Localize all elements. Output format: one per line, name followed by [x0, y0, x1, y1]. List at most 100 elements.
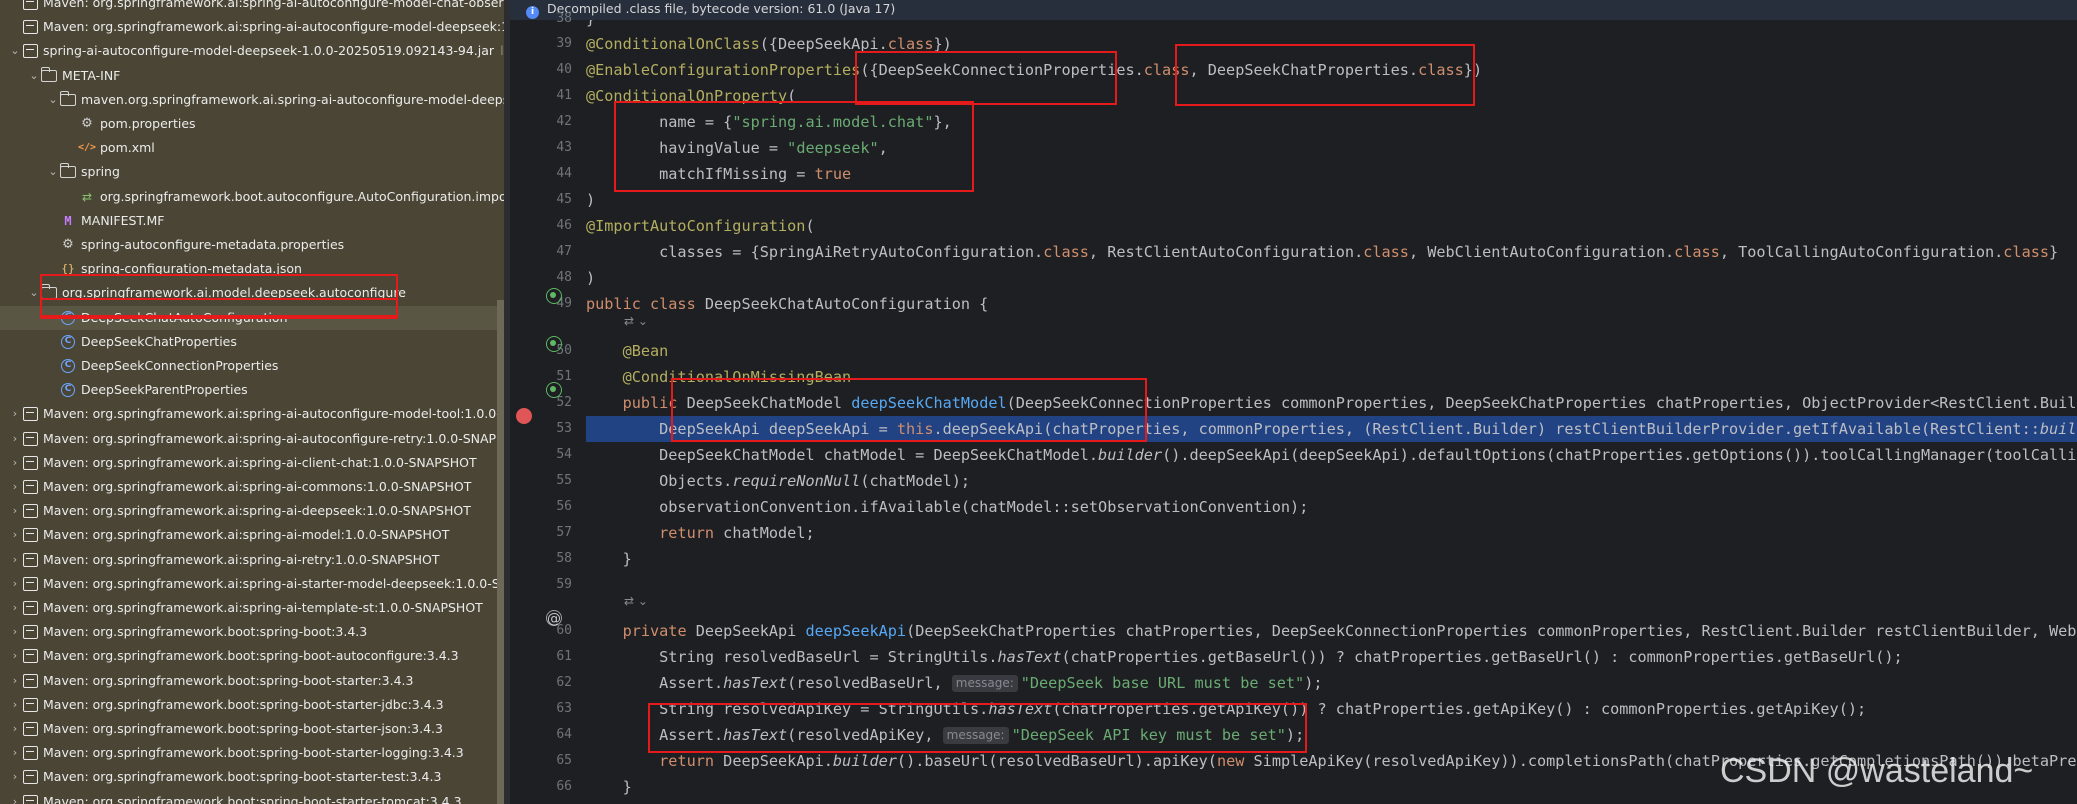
- tree-item[interactable]: › Maven: org.springframework.ai:spring-ai…: [0, 572, 504, 596]
- chevron-right-icon[interactable]: ›: [8, 499, 22, 523]
- code-token: }: [586, 778, 632, 796]
- code-line[interactable]: @Bean: [586, 338, 669, 364]
- tree-item[interactable]: › Maven: org.springframework.ai:spring-ai…: [0, 596, 483, 620]
- code-line[interactable]: }: [586, 774, 632, 800]
- line-number: 57: [556, 525, 572, 540]
- code-line[interactable]: observationConvention.ifAvailable(chatMo…: [586, 494, 1308, 520]
- tree-item[interactable]: M MANIFEST.MF: [0, 209, 164, 233]
- code-token: @EnableConfigurationProperties: [586, 61, 861, 79]
- tree-item[interactable]: </> pom.xml: [0, 136, 155, 160]
- code-line[interactable]: String resolvedBaseUrl = StringUtils.has…: [586, 644, 1903, 670]
- at-icon[interactable]: @: [546, 610, 562, 627]
- tree-item[interactable]: ⌄ META-INF: [0, 64, 120, 88]
- code-line[interactable]: Objects.requireNonNull(chatModel);: [586, 468, 970, 494]
- code-line[interactable]: return chatModel;: [586, 520, 814, 546]
- tree-item[interactable]: › Maven: org.springframework.ai:spring-ai…: [0, 523, 449, 547]
- chevron-right-icon[interactable]: ›: [8, 693, 22, 717]
- code-line[interactable]: private DeepSeekApi deepSeekApi(DeepSeek…: [586, 618, 2077, 644]
- tree-item[interactable]: › Maven: org.springframework.ai:spring-ai…: [0, 451, 477, 475]
- tree-item[interactable]: › Maven: org.springframework.boot:spring-…: [0, 620, 367, 644]
- library-icon: [22, 648, 38, 664]
- code-line[interactable]: @ImportAutoConfiguration(: [586, 213, 815, 239]
- code-line[interactable]: ): [586, 187, 595, 213]
- code-line[interactable]: ): [586, 265, 595, 291]
- bean-icon[interactable]: [546, 336, 562, 352]
- library-icon: [22, 721, 38, 737]
- tree-item[interactable]: › Maven: org.springframework.ai:spring-ai…: [0, 402, 504, 426]
- tree-item[interactable]: › Maven: org.springframework.ai:spring-ai…: [0, 427, 504, 451]
- tree-item[interactable]: ⌄ maven.org.springframework.ai.spring-ai-…: [0, 88, 504, 112]
- tree-item-label: spring-autoconfigure-metadata.properties: [81, 237, 345, 252]
- chevron-right-icon[interactable]: ›: [8, 475, 22, 499]
- line-number: 58: [556, 551, 572, 566]
- chevron-right-icon[interactable]: ›: [8, 669, 22, 693]
- chevron-right-icon[interactable]: ›: [8, 427, 22, 451]
- chevron-right-icon[interactable]: ›: [8, 402, 22, 426]
- library-icon: [22, 479, 38, 495]
- tree-item[interactable]: › Maven: org.springframework.ai:spring-ai…: [0, 499, 471, 523]
- code-line[interactable]: Assert.hasText(resolvedBaseUrl, message:…: [586, 670, 1323, 696]
- implemented-icon[interactable]: [546, 288, 562, 304]
- tree-item[interactable]: › Maven: org.springframework.boot:spring-…: [0, 790, 462, 804]
- chevron-right-icon[interactable]: ›: [8, 548, 22, 572]
- breakpoint-icon[interactable]: [516, 408, 532, 424]
- library-icon: [22, 769, 38, 785]
- tree-item-label: spring: [81, 164, 120, 180]
- tree-item[interactable]: Maven: org.springframework.ai:spring-ai-…: [0, 15, 504, 39]
- chevron-down-icon[interactable]: ⌄: [27, 64, 41, 88]
- code-token: Assert.: [586, 674, 724, 692]
- code-vision-icon[interactable]: ⇄ ⌄: [624, 594, 648, 608]
- code-line[interactable]: classes = {SpringAiRetryAutoConfiguratio…: [586, 239, 2058, 265]
- tree-item[interactable]: › Maven: org.springframework.boot:spring-…: [0, 765, 441, 789]
- chevron-right-icon[interactable]: ›: [8, 741, 22, 765]
- chevron-right-icon[interactable]: ›: [8, 596, 22, 620]
- tree-item[interactable]: › Maven: org.springframework.ai:spring-ai…: [0, 548, 440, 572]
- chevron-down-icon[interactable]: ⌄: [8, 39, 22, 63]
- tree-item[interactable]: ⚙ spring-autoconfigure-metadata.propertie…: [0, 233, 344, 257]
- code-token: ().baseUrl(resolvedBaseUrl).apiKey(: [896, 752, 1217, 770]
- tree-item[interactable]: ⌄ spring-ai-autoconfigure-model-deepseek-…: [0, 39, 504, 63]
- tree-item[interactable]: › Maven: org.springframework.boot:spring-…: [0, 669, 413, 693]
- chevron-right-icon[interactable]: ›: [8, 451, 22, 475]
- chevron-down-icon[interactable]: ⌄: [46, 88, 60, 112]
- code-token: @ConditionalOnClass: [586, 35, 760, 53]
- chevron-right-icon[interactable]: ›: [8, 572, 22, 596]
- tree-item[interactable]: ⌄ spring: [0, 160, 120, 184]
- bean-method-icon[interactable]: [546, 382, 562, 398]
- tree-item[interactable]: › Maven: org.springframework.boot:spring-…: [0, 741, 464, 765]
- tree-item[interactable]: C DeepSeekConnectionProperties: [0, 354, 278, 378]
- highlight-box: [648, 703, 1307, 753]
- chevron-right-icon[interactable]: ›: [8, 644, 22, 668]
- code-line[interactable]: }: [586, 546, 632, 572]
- chevron-right-icon[interactable]: ›: [8, 790, 22, 804]
- code-token: new: [1216, 752, 1254, 770]
- tree-item[interactable]: › Maven: org.springframework.ai:spring-ai…: [0, 475, 471, 499]
- tree-item[interactable]: C DeepSeekParentProperties: [0, 378, 248, 402]
- chevron-right-icon[interactable]: ›: [8, 523, 22, 547]
- project-tree-scrollbar[interactable]: [497, 300, 504, 804]
- tree-item-label: Maven: org.springframework.boot:spring-b…: [43, 672, 414, 688]
- tree-item[interactable]: › Maven: org.springframework.boot:spring-…: [0, 717, 443, 741]
- tree-item-label: Maven: org.springframework.boot:spring-b…: [43, 793, 462, 804]
- code-line[interactable]: DeepSeekChatModel chatModel = DeepSeekCh…: [586, 442, 2077, 468]
- tree-item-label: Maven: org.springframework.boot:spring-b…: [43, 624, 368, 640]
- tree-item-label: Maven: org.springframework.ai:spring-ai-…: [43, 406, 504, 422]
- line-number: 64: [556, 727, 572, 742]
- code-vision-icon[interactable]: ⇄ ⌄: [624, 314, 648, 328]
- tree-item[interactable]: Maven: org.springframework.ai:spring-ai-…: [0, 0, 504, 15]
- tree-item[interactable]: ⇄ org.springframework.boot.autoconfigure.…: [0, 185, 504, 209]
- code-token: private: [622, 622, 696, 640]
- tree-item[interactable]: › Maven: org.springframework.boot:spring-…: [0, 693, 444, 717]
- tree-item[interactable]: ⚙ pom.properties: [0, 112, 195, 136]
- chevron-right-icon[interactable]: ›: [8, 717, 22, 741]
- chevron-right-icon[interactable]: ›: [8, 620, 22, 644]
- chevron-down-icon[interactable]: ⌄: [46, 160, 60, 184]
- code-token: (: [805, 217, 815, 235]
- chevron-down-icon[interactable]: ⌄: [27, 281, 41, 305]
- tree-item-label: Maven: org.springframework.ai:spring-ai-…: [43, 0, 504, 10]
- chevron-right-icon[interactable]: ›: [8, 765, 22, 789]
- library-icon: [22, 624, 38, 640]
- tree-item[interactable]: › Maven: org.springframework.boot:spring-…: [0, 644, 459, 668]
- tree-item[interactable]: C DeepSeekChatProperties: [0, 330, 237, 354]
